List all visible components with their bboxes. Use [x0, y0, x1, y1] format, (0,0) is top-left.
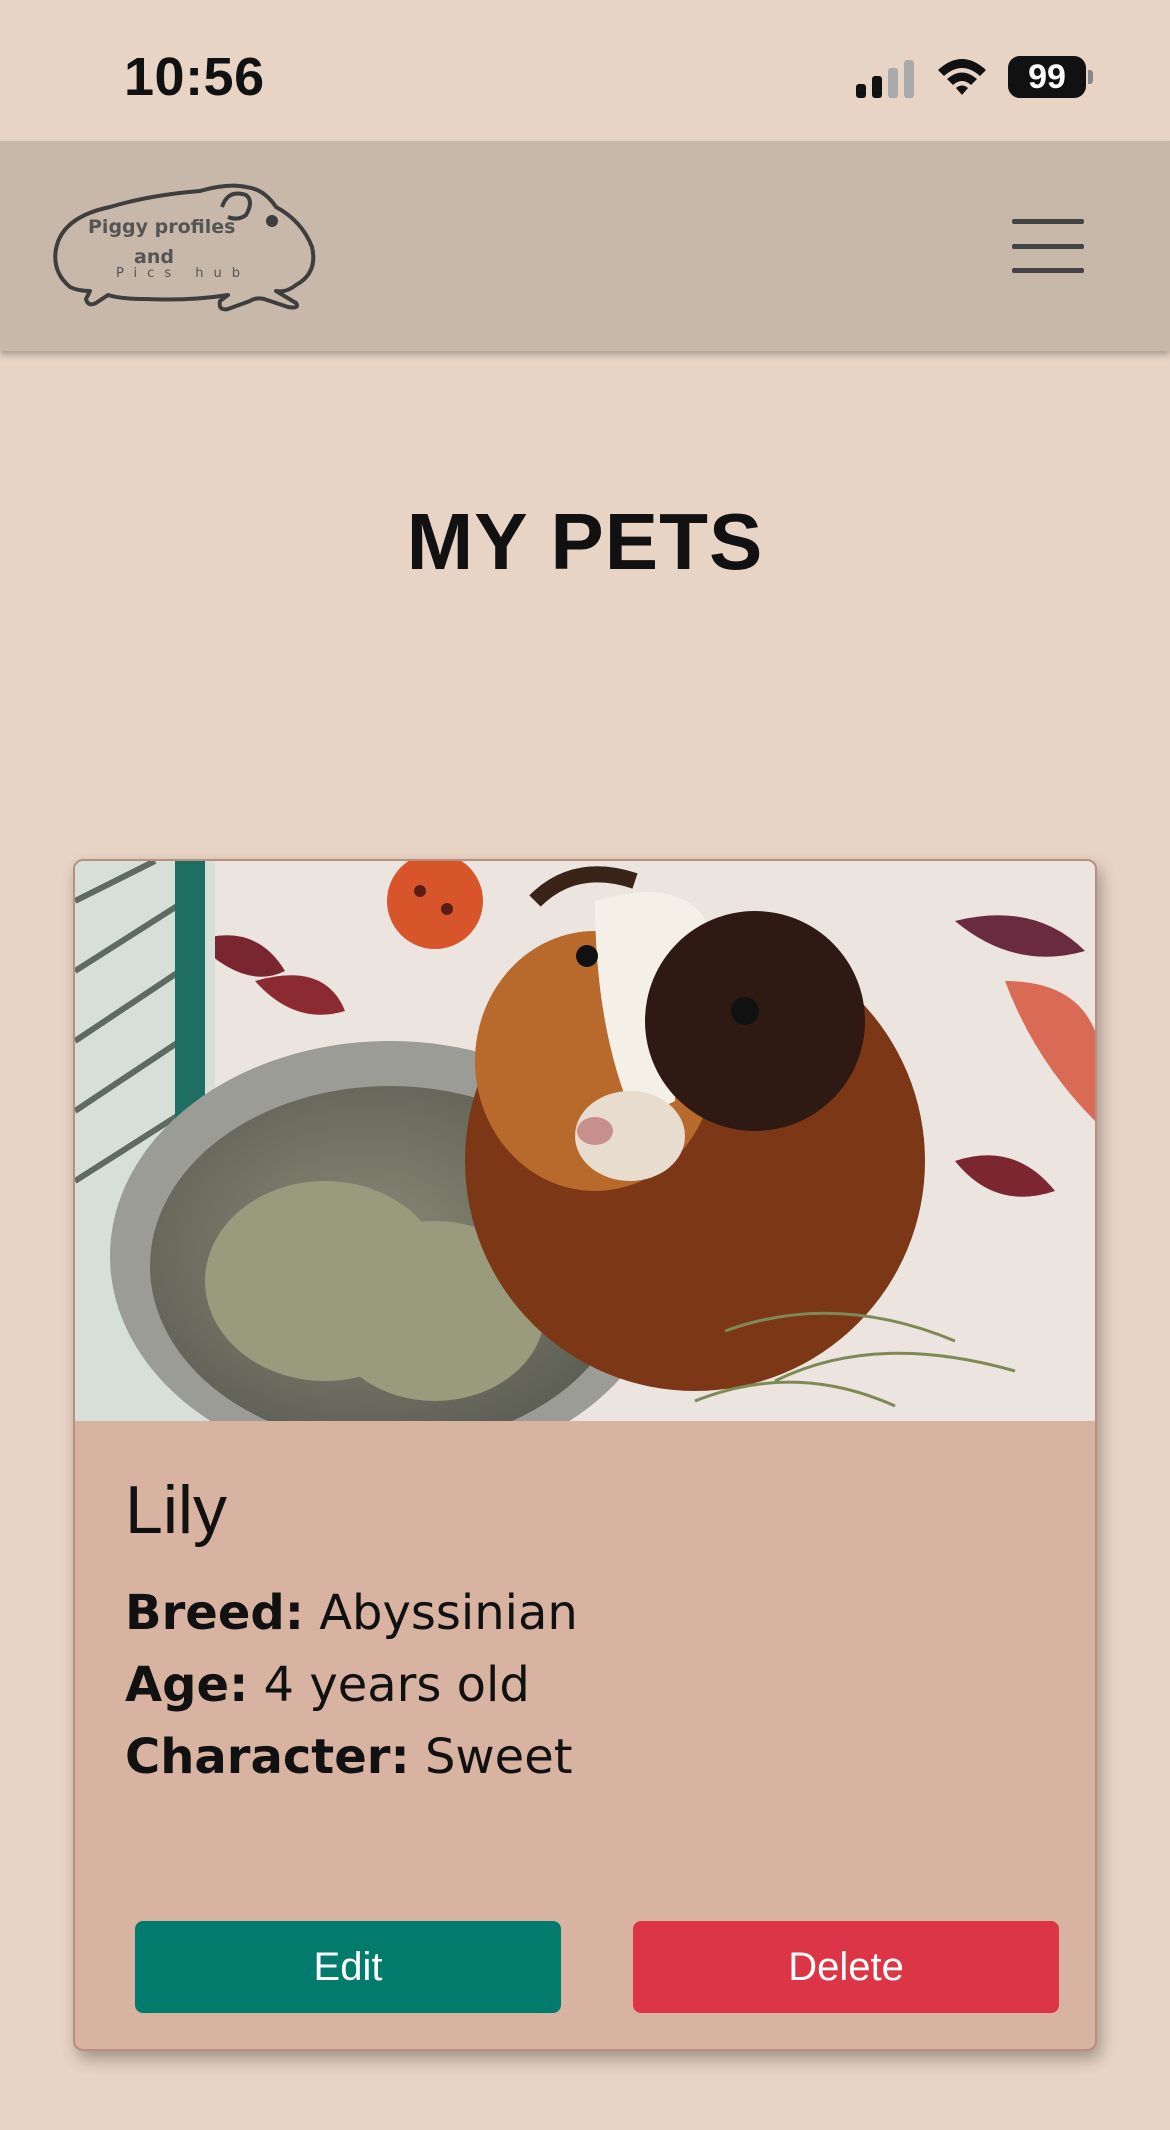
- svg-text:and: and: [134, 246, 174, 268]
- page-title: MY PETS: [406, 497, 764, 586]
- hamburger-line: [1012, 219, 1084, 224]
- delete-button[interactable]: Delete: [633, 1921, 1059, 2013]
- breed-label: Breed:: [125, 1585, 304, 1641]
- navbar: Piggy profiles and Pics hub: [0, 141, 1170, 351]
- status-time: 10:56: [124, 47, 265, 107]
- hamburger-line: [1012, 243, 1084, 249]
- status-bar: 10:56 99: [0, 0, 1170, 141]
- hamburger-menu-icon[interactable]: [1012, 216, 1088, 276]
- svg-text:Pics hub: Pics hub: [116, 266, 250, 281]
- hamburger-line: [1012, 268, 1084, 273]
- character-label: Character:: [125, 1729, 410, 1785]
- site-logo[interactable]: Piggy profiles and Pics hub: [50, 177, 322, 315]
- age-label: Age:: [125, 1657, 249, 1713]
- character-value: Sweet: [424, 1729, 573, 1785]
- battery-icon: 99: [1008, 56, 1086, 98]
- edit-button[interactable]: Edit: [135, 1921, 561, 2013]
- pet-character: Character: Sweet: [125, 1729, 573, 1785]
- breed-value: Abyssinian: [319, 1585, 578, 1641]
- pet-breed: Breed: Abyssinian: [125, 1585, 578, 1641]
- wifi-icon: [938, 59, 986, 95]
- svg-text:Piggy profiles: Piggy profiles: [88, 216, 235, 238]
- pet-photo: [75, 861, 1095, 1421]
- pet-age: Age: 4 years old: [125, 1657, 530, 1713]
- age-value: 4 years old: [263, 1657, 530, 1713]
- signal-icon: [856, 60, 914, 98]
- pet-card: Lily Breed: Abyssinian Age: 4 years old …: [73, 859, 1097, 2051]
- battery-tip: [1088, 70, 1093, 84]
- pet-name: Lily: [125, 1472, 228, 1548]
